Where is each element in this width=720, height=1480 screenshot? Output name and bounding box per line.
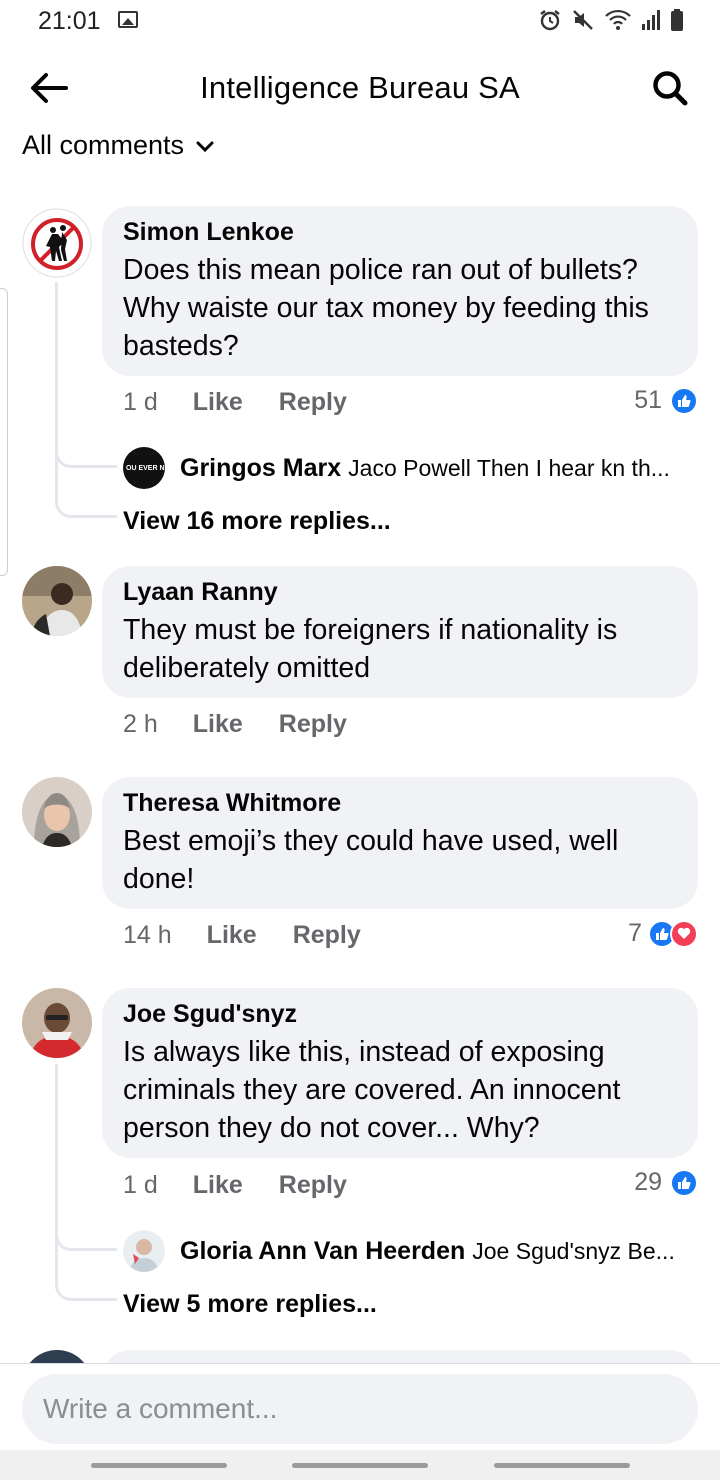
comment-bubble[interactable]: Simon Lenkoe Does this mean police ran o… [102,206,698,376]
avatar[interactable] [22,566,92,636]
comment-actions: 2 h Like Reply [123,710,347,739]
comment-author[interactable]: Joe Sgud'snyz [123,1000,678,1029]
comment-bubble[interactable]: Joe Sgud'snyz Is always like this, inste… [102,988,698,1158]
filter-label: All comments [22,130,185,160]
avatar[interactable] [22,988,92,1058]
comment-input[interactable] [22,1374,698,1444]
system-nav-bar [0,1450,720,1480]
comment-text: They must be foreigners if nationality i… [123,614,618,684]
reply-button[interactable]: Reply [279,388,347,417]
back-nav-button[interactable] [494,1463,630,1468]
like-button[interactable]: Like [207,921,257,950]
reply-avatar[interactable]: OU EVER N THING. I'M F YOU. [123,447,165,489]
comment-actions: 1 d Like Reply [123,1171,347,1200]
reply-avatar-text: OU EVER N THING. I'M F YOU. [126,464,165,472]
love-reaction-icon [670,919,698,948]
reply-text: Jaco Powell Then I hear kn th... [348,454,670,481]
like-button[interactable]: Like [193,710,243,739]
reply-button[interactable]: Reply [279,1171,347,1200]
wifi-icon [605,9,631,30]
reply-preview[interactable]: OU EVER N THING. I'M F YOU. Gringos Marx… [123,447,670,489]
image-icon [118,11,138,28]
comment-actions: 1 d Like Reply [123,388,347,417]
comment-bubble[interactable]: Lyaan Ranny They must be foreigners if n… [102,566,698,698]
recent-apps-button[interactable] [91,1463,227,1468]
signal-icon [642,10,660,30]
thread-line [55,1082,117,1301]
view-more-replies[interactable]: View 16 more replies... [123,507,391,536]
reply-author: Gringos Marx [180,453,342,482]
scroll-indicator [0,288,8,576]
alarm-icon [540,10,560,31]
comment-author[interactable]: Theresa Whitmore [123,789,678,818]
reaction-summary[interactable]: 7 [628,919,698,948]
status-icons [538,8,684,32]
comment-bubble[interactable]: Theresa Whitmore Best emoji’s they could… [102,777,698,909]
comment-author[interactable]: Simon Lenkoe [123,218,678,247]
search-icon[interactable] [650,68,690,108]
comment-actions: 14 h Like Reply [123,921,361,950]
avatar[interactable] [22,777,92,847]
page-title: Intelligence Bureau SA [200,70,520,105]
reply-preview[interactable]: Gloria Ann Van Heerden Joe Sgud'snyz Be.… [123,1230,675,1272]
reaction-summary[interactable]: 51 [634,386,698,415]
reaction-count: 51 [634,386,662,414]
reply-button[interactable]: Reply [279,710,347,739]
view-more-replies[interactable]: View 5 more replies... [123,1290,377,1319]
like-button[interactable]: Like [193,388,243,417]
comment-filter-dropdown[interactable]: All comments [22,130,214,161]
comment-text: Best emoji’s they could have used, well … [123,825,619,895]
like-reaction-icon [670,1168,698,1197]
like-button[interactable]: Like [193,1171,243,1200]
avatar[interactable] [22,208,92,278]
thread-line [55,300,117,518]
reply-button[interactable]: Reply [293,921,361,950]
reaction-count: 29 [634,1168,662,1196]
comment-text: Does this mean police ran out of bullets… [123,254,649,362]
chevron-down-icon [196,141,214,152]
comment-time: 14 h [123,921,172,949]
home-button[interactable] [292,1463,428,1468]
reaction-count: 7 [628,919,642,947]
comment-time: 1 d [123,1171,158,1199]
comment-author[interactable]: Lyaan Ranny [123,578,678,607]
battery-icon [671,9,683,31]
status-time: 21:01 [38,7,101,35]
like-reaction-icon [670,386,698,415]
status-bar: 21:01 [0,0,720,44]
mute-icon [573,10,593,30]
reply-avatar[interactable] [123,1230,165,1272]
app-header: Intelligence Bureau SA [0,58,720,118]
comment-time: 2 h [123,710,158,738]
comment-text: Is always like this, instead of exposing… [123,1036,621,1144]
comment-time: 1 d [123,388,158,416]
reply-author: Gloria Ann Van Heerden [180,1236,466,1265]
reaction-summary[interactable]: 29 [634,1168,698,1197]
reply-text: Joe Sgud'snyz Be... [472,1237,675,1264]
